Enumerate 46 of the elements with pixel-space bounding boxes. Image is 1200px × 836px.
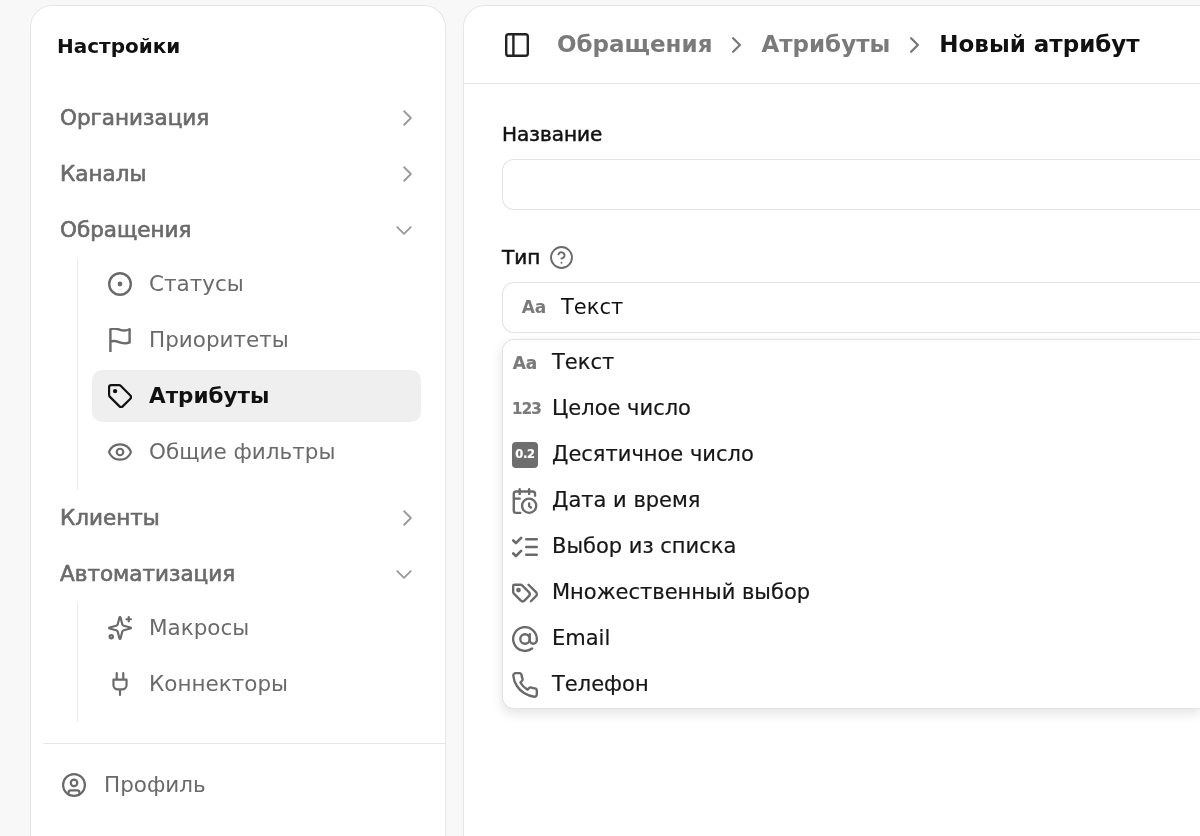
nav-subitem[interactable]: Макросы [92, 602, 421, 654]
checklist-icon [512, 534, 538, 560]
type-select[interactable]: Aa Текст [502, 282, 1200, 333]
eye-icon [108, 440, 132, 464]
dropdown-option[interactable]: Дата и время [503, 478, 1200, 524]
nav-subitem[interactable]: Общие фильтры [92, 426, 421, 478]
nav-group-item[interactable]: Каналы [31, 146, 445, 202]
breadcrumb-current: Новый атрибут [939, 30, 1140, 60]
field-label: Название [502, 122, 603, 146]
type-glyph: Aa [521, 299, 547, 316]
circle-dot-icon [108, 272, 132, 296]
dropdown-option[interactable]: Множественный выбор [503, 570, 1200, 616]
user-circle-icon [62, 773, 86, 797]
tag-icon [108, 384, 132, 408]
dropdown-option[interactable]: 0.2 Десятичное число [503, 432, 1200, 478]
nav-group-item[interactable]: Организация [31, 90, 445, 146]
nav-subitem[interactable]: Атрибуты [92, 370, 421, 422]
chevron-right-icon [732, 36, 742, 53]
nav-subitem[interactable]: Коннекторы [92, 658, 421, 710]
tags-icon [512, 580, 538, 606]
dropdown-option[interactable]: Aa Текст [503, 340, 1200, 386]
breadcrumb-link[interactable]: Атрибуты [761, 27, 891, 62]
nav-group-item[interactable]: Автоматизация [31, 546, 445, 602]
name-input[interactable] [502, 159, 1200, 210]
dropdown-option[interactable]: Email [503, 616, 1200, 662]
calendar-clock-icon [512, 488, 538, 514]
nav-subitem[interactable]: Статусы [92, 258, 421, 310]
sparkles-icon [108, 616, 132, 640]
sidebar-title: Настройки [57, 34, 181, 58]
nav-subitem[interactable]: Приоритеты [92, 314, 421, 366]
nav-group-item[interactable]: Обращения [31, 202, 445, 258]
type-glyph-tile: 0.2 [512, 442, 538, 468]
flag-icon [108, 328, 132, 352]
field-label: Тип [502, 245, 541, 269]
dropdown-option[interactable]: Выбор из списка [503, 524, 1200, 570]
help-icon[interactable] [550, 245, 574, 269]
dropdown-option[interactable]: 123 Целое число [503, 386, 1200, 432]
at-sign-icon [512, 626, 538, 652]
profile-link[interactable]: Профиль [31, 765, 445, 805]
dropdown-option[interactable]: Телефон [503, 662, 1200, 708]
sidebar-toggle-icon[interactable] [505, 32, 529, 57]
nav-group-item[interactable]: Клиенты [31, 490, 445, 546]
chevron-right-icon [910, 36, 920, 53]
breadcrumb-link[interactable]: Обращения [557, 27, 713, 62]
phone-icon [512, 672, 538, 698]
type-glyph: Aa [512, 354, 538, 372]
